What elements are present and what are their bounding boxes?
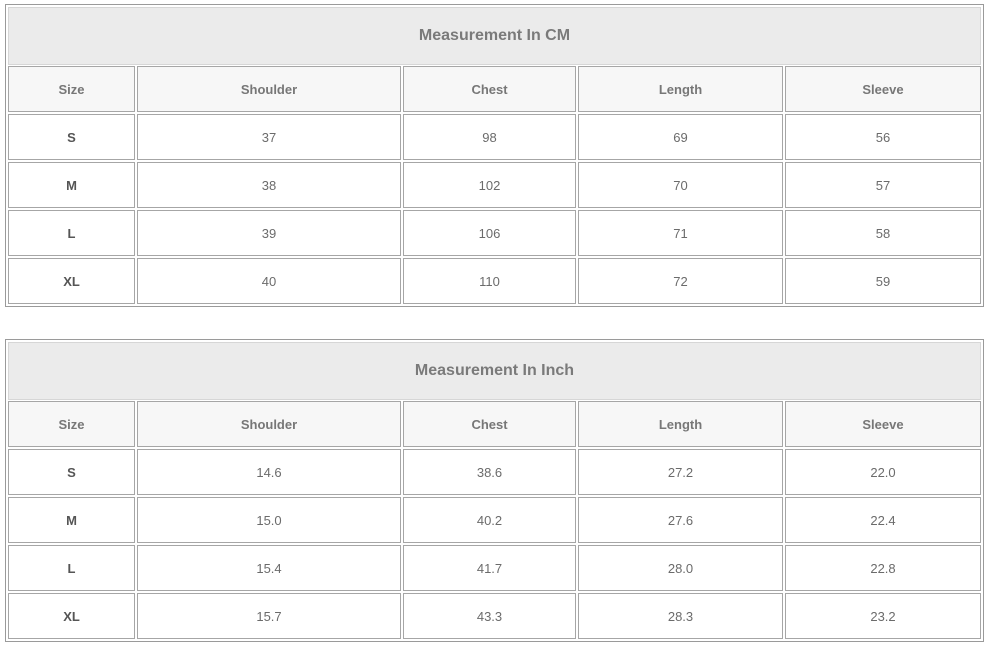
length-value: 28.3 (578, 593, 783, 639)
chest-value: 43.3 (403, 593, 576, 639)
size-label: M (8, 162, 135, 208)
column-header-length: Length (578, 401, 783, 447)
length-value: 28.0 (578, 545, 783, 591)
column-header-size: Size (8, 401, 135, 447)
size-label: L (8, 545, 135, 591)
column-header-chest: Chest (403, 401, 576, 447)
column-header-length: Length (578, 66, 783, 112)
column-header-size: Size (8, 66, 135, 112)
length-value: 27.6 (578, 497, 783, 543)
length-value: 69 (578, 114, 783, 160)
sleeve-value: 59 (785, 258, 981, 304)
column-header-chest: Chest (403, 66, 576, 112)
sleeve-value: 22.4 (785, 497, 981, 543)
sleeve-value: 58 (785, 210, 981, 256)
size-table-inch: Measurement In Inch Size Shoulder Chest … (5, 339, 984, 642)
shoulder-value: 40 (137, 258, 401, 304)
column-header-shoulder: Shoulder (137, 401, 401, 447)
length-value: 71 (578, 210, 783, 256)
length-value: 70 (578, 162, 783, 208)
size-label: M (8, 497, 135, 543)
sleeve-value: 57 (785, 162, 981, 208)
sleeve-value: 23.2 (785, 593, 981, 639)
table-title: Measurement In Inch (8, 342, 981, 400)
chest-value: 102 (403, 162, 576, 208)
chest-value: 41.7 (403, 545, 576, 591)
sleeve-value: 22.0 (785, 449, 981, 495)
chest-value: 38.6 (403, 449, 576, 495)
column-header-sleeve: Sleeve (785, 66, 981, 112)
size-table-cm: Measurement In CM Size Shoulder Chest Le… (5, 4, 984, 307)
shoulder-value: 15.7 (137, 593, 401, 639)
length-value: 72 (578, 258, 783, 304)
size-label: S (8, 449, 135, 495)
size-label: L (8, 210, 135, 256)
length-value: 27.2 (578, 449, 783, 495)
sleeve-value: 56 (785, 114, 981, 160)
sleeve-value: 22.8 (785, 545, 981, 591)
chest-value: 40.2 (403, 497, 576, 543)
shoulder-value: 15.0 (137, 497, 401, 543)
chest-value: 106 (403, 210, 576, 256)
chest-value: 98 (403, 114, 576, 160)
column-header-sleeve: Sleeve (785, 401, 981, 447)
size-label: XL (8, 258, 135, 304)
size-label: S (8, 114, 135, 160)
shoulder-value: 15.4 (137, 545, 401, 591)
size-label: XL (8, 593, 135, 639)
shoulder-value: 37 (137, 114, 401, 160)
shoulder-value: 38 (137, 162, 401, 208)
shoulder-value: 39 (137, 210, 401, 256)
shoulder-value: 14.6 (137, 449, 401, 495)
table-title: Measurement In CM (8, 7, 981, 65)
column-header-shoulder: Shoulder (137, 66, 401, 112)
chest-value: 110 (403, 258, 576, 304)
